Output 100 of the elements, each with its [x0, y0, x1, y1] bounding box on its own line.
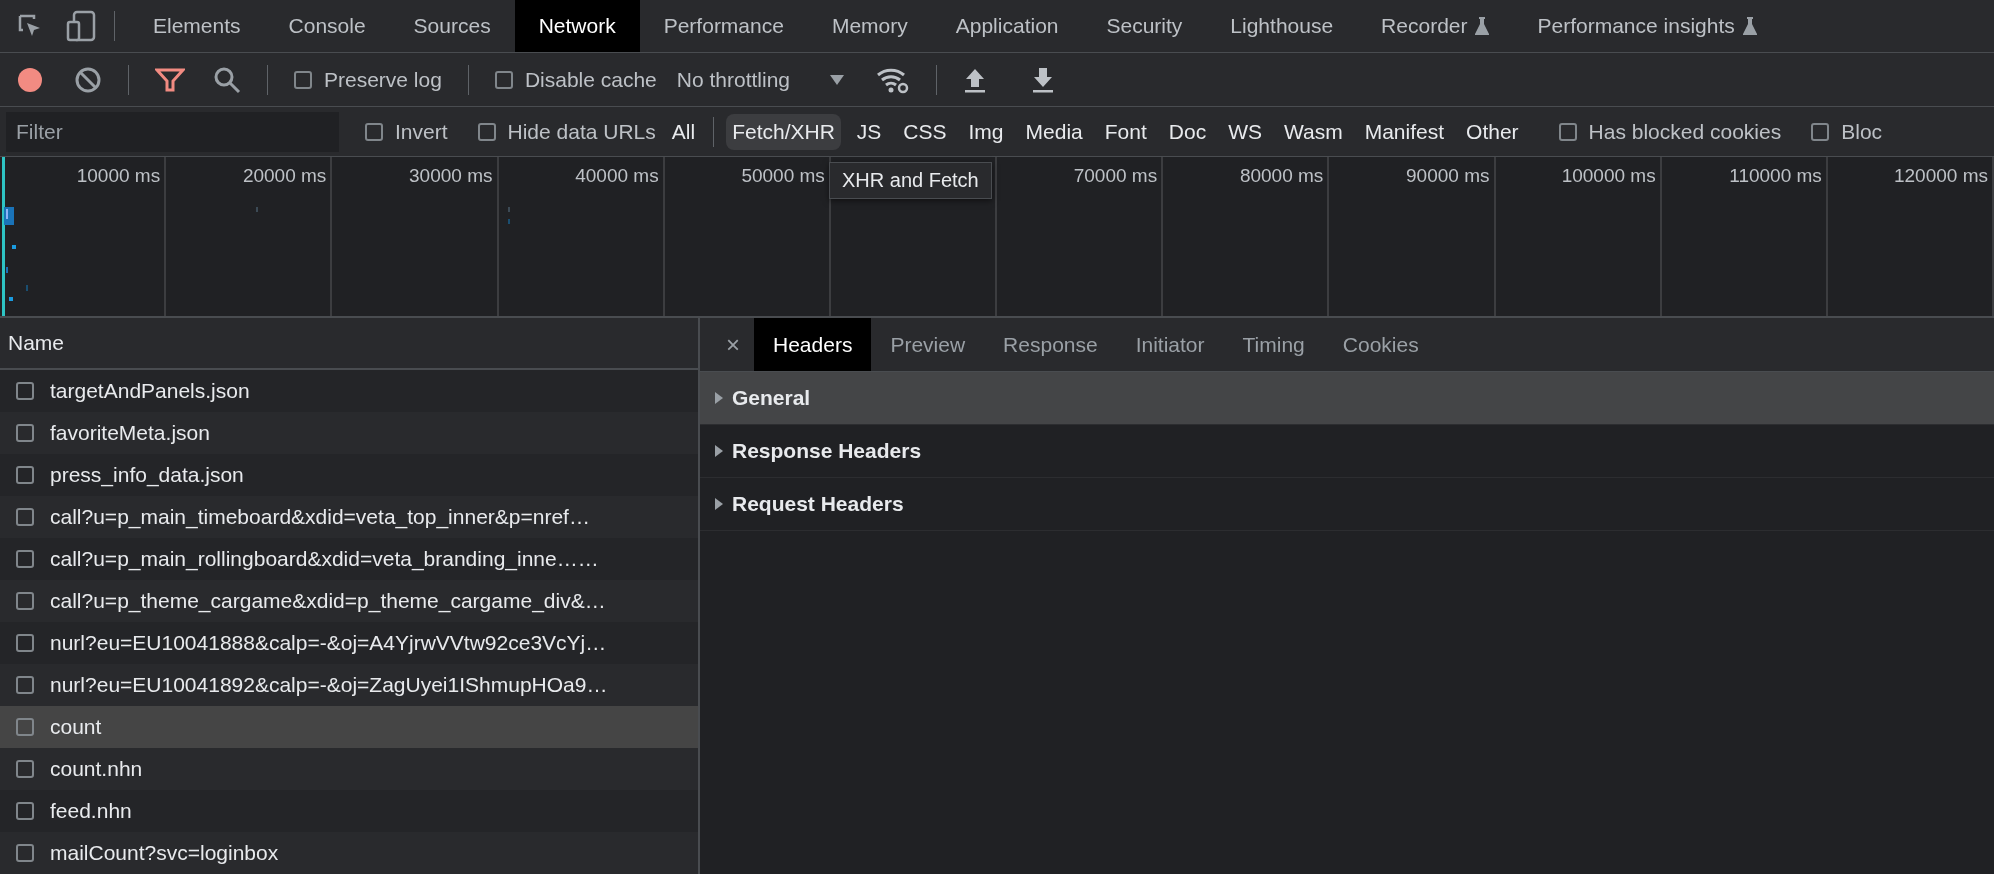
details-tab[interactable]: Timing	[1223, 318, 1324, 371]
type-filter[interactable]: Media	[1019, 113, 1089, 150]
checkbox[interactable]	[365, 122, 383, 141]
time-tick: 120000 ms	[1894, 165, 1988, 187]
request-row[interactable]: call?u=p_main_timeboard&xdid=veta_top_inner&p=nref…	[0, 496, 698, 538]
request-row[interactable]: feed.nhn	[0, 790, 698, 832]
type-filter[interactable]: Other	[1460, 113, 1525, 150]
type-filter[interactable]: All	[665, 113, 702, 150]
checkbox[interactable]	[16, 802, 34, 820]
request-row[interactable]: nurl?eu=EU10041888&calp=-&oj=A4YjrwVVtw92ce3VcYj…	[0, 622, 698, 664]
tab-label: Performance insights	[1537, 14, 1735, 38]
panel-tab[interactable]: Security	[1082, 0, 1207, 52]
panel-tab[interactable]: Performance	[639, 0, 808, 52]
type-filter[interactable]: Manifest	[1358, 113, 1451, 150]
tab-label: Lighthouse	[1230, 14, 1334, 38]
type-filter[interactable]: WS	[1222, 113, 1268, 150]
type-filter[interactable]: Fetch/XHR	[726, 113, 841, 150]
search-icon[interactable]	[213, 65, 241, 94]
triangle-icon	[714, 392, 724, 404]
request-name: call?u=p_theme_cargame&xdid=p_theme_cargame_div&…	[50, 589, 606, 613]
hide-data-urls-checkbox[interactable]: Hide data URLs	[477, 119, 656, 144]
type-filter[interactable]: JS	[850, 113, 888, 150]
tab-label: Sources	[413, 14, 491, 38]
details-tab[interactable]: Preview	[871, 318, 985, 371]
triangle-icon	[714, 445, 724, 457]
panel-tab[interactable]: Network	[514, 0, 640, 52]
panel-tab[interactable]: Memory	[807, 0, 932, 52]
panel-tab[interactable]: Recorder	[1357, 0, 1514, 52]
checkbox[interactable]	[16, 382, 34, 400]
record-button[interactable]	[16, 65, 44, 94]
panel-tab[interactable]: Lighthouse	[1206, 0, 1358, 52]
checkbox[interactable]	[16, 676, 34, 694]
type-filter[interactable]: Font	[1098, 113, 1153, 150]
clear-icon[interactable]	[74, 65, 102, 94]
checkbox[interactable]	[16, 508, 34, 526]
request-row[interactable]: nurl?eu=EU10041892&calp=-&oj=ZagUyei1IShmupHOa9…	[0, 664, 698, 706]
tab-label: Application	[955, 14, 1059, 38]
checkbox[interactable]	[16, 760, 34, 778]
checkbox[interactable]	[16, 424, 34, 442]
request-row[interactable]: press_info_data.json	[0, 454, 698, 496]
request-row[interactable]: count	[0, 706, 698, 748]
filter-icon[interactable]	[155, 66, 185, 93]
throttling-dropdown[interactable]: No throttling	[670, 63, 851, 96]
disable-cache-checkbox[interactable]: Disable cache	[494, 67, 657, 92]
checkbox[interactable]	[16, 550, 34, 568]
checkbox[interactable]	[1558, 122, 1577, 141]
tab-label: Memory	[831, 14, 908, 38]
checkbox[interactable]	[294, 70, 312, 89]
checkbox[interactable]	[16, 466, 34, 484]
tab-label: Security	[1106, 14, 1183, 38]
header-section[interactable]: Response Headers	[700, 425, 1994, 478]
request-row[interactable]: mailCount?svc=loginbox	[0, 832, 698, 874]
details-tab[interactable]: Response	[984, 318, 1117, 371]
download-icon[interactable]	[1031, 66, 1056, 93]
panel-tab[interactable]: Application	[931, 0, 1083, 52]
checkbox[interactable]	[16, 592, 34, 610]
checkbox[interactable]	[1811, 122, 1830, 141]
request-row[interactable]: call?u=p_theme_cargame&xdid=p_theme_cargame_div&…	[0, 580, 698, 622]
panel-tab[interactable]: Performance insights	[1513, 0, 1781, 52]
tab-label: Console	[288, 14, 366, 38]
preserve-log-checkbox[interactable]: Preserve log	[294, 67, 442, 92]
type-filter[interactable]: Doc	[1162, 113, 1213, 150]
header-section[interactable]: Request Headers	[700, 478, 1994, 531]
close-icon[interactable]: ×	[712, 330, 754, 359]
time-tick: 110000 ms	[1729, 165, 1822, 187]
time-tick: 100000 ms	[1561, 165, 1656, 187]
details-tab[interactable]: Headers	[754, 318, 872, 371]
checkbox[interactable]	[16, 844, 34, 862]
tab-label: Elements	[153, 14, 241, 38]
checkbox[interactable]	[16, 634, 34, 652]
panel-tab[interactable]: Elements	[129, 0, 265, 52]
type-filter[interactable]: Img	[962, 113, 1010, 150]
header-section[interactable]: General	[700, 372, 1994, 425]
time-tick: 90000 ms	[1406, 165, 1490, 187]
panel-tab[interactable]: Console	[264, 0, 390, 52]
tab-label: Recorder	[1381, 14, 1468, 38]
type-filter[interactable]: CSS	[897, 113, 953, 150]
section-title: General	[732, 386, 811, 410]
request-row[interactable]: targetAndPanels.json	[0, 370, 698, 412]
request-row[interactable]: count.nhn	[0, 748, 698, 790]
request-row[interactable]: call?u=p_main_rollingboard&xdid=veta_branding_inne……	[0, 538, 698, 580]
column-header[interactable]: Name	[0, 318, 698, 370]
blocked-cookies-checkbox[interactable]: Has blocked cookies	[1558, 119, 1782, 144]
request-row[interactable]: favoriteMeta.json	[0, 412, 698, 454]
details-tab[interactable]: Initiator	[1116, 318, 1224, 371]
checkbox[interactable]	[477, 122, 496, 141]
request-name: count	[50, 715, 102, 739]
checkbox[interactable]	[494, 70, 513, 89]
request-name: nurl?eu=EU10041892&calp=-&oj=ZagUyei1IShmupHOa9…	[50, 673, 608, 697]
invert-checkbox[interactable]: Invert	[365, 119, 448, 144]
tab-label: Performance	[663, 14, 784, 38]
type-filter[interactable]: Wasm	[1277, 113, 1349, 150]
filter-field[interactable]: Filter	[6, 111, 339, 152]
panel-tab[interactable]: Sources	[389, 0, 515, 52]
device-icon[interactable]	[66, 10, 96, 42]
request-name: nurl?eu=EU10041888&calp=-&oj=A4YjrwVVtw92ce3VcYj…	[50, 631, 607, 655]
details-tab[interactable]: Cookies	[1323, 318, 1438, 371]
checkbox[interactable]	[16, 718, 34, 736]
blocked-requests-checkbox[interactable]: Bloc	[1811, 119, 1883, 144]
request-name: press_info_data.json	[50, 463, 244, 487]
